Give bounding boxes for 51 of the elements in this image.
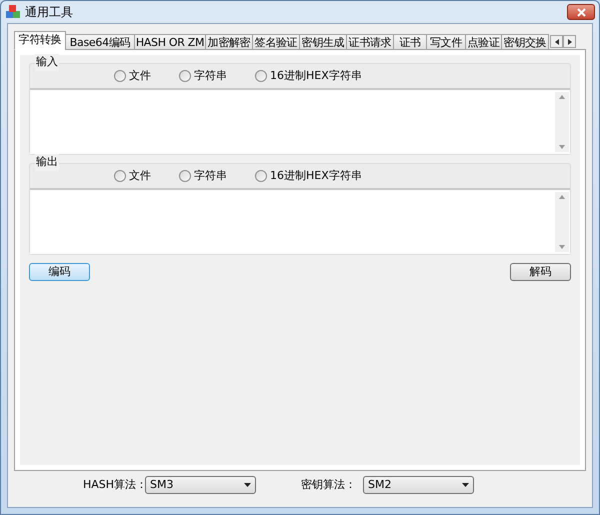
group-title: 输出 — [35, 154, 59, 170]
app-icon — [5, 4, 21, 20]
group-title: 输入 — [35, 54, 59, 70]
radio-label: 文件 — [129, 68, 151, 84]
radio-button[interactable] — [179, 170, 191, 182]
text-area[interactable] — [30, 188, 570, 254]
scroll-right-button[interactable] — [563, 35, 576, 48]
setting-label: 密钥算法： — [301, 476, 357, 493]
tab[interactable]: 密钥生成 — [299, 34, 347, 50]
radio-button[interactable] — [255, 70, 267, 82]
dropdown-arrow-icon — [244, 483, 251, 487]
up-arrow-icon — [559, 95, 565, 99]
scrollbar[interactable] — [555, 92, 569, 152]
right-arrow-icon — [568, 38, 572, 44]
close-icon — [576, 8, 586, 16]
scroll-left-button[interactable] — [550, 35, 563, 48]
window-title: 通用工具 — [25, 4, 73, 21]
radio-button[interactable] — [179, 70, 191, 82]
up-arrow-icon — [559, 195, 565, 199]
tab[interactable]: 点验证 — [465, 34, 502, 50]
text-area[interactable] — [30, 88, 570, 154]
radio-button[interactable] — [114, 70, 126, 82]
dropdown-value: SM2 — [368, 476, 392, 493]
radio-button[interactable] — [255, 170, 267, 182]
dropdown-value: SM3 — [150, 476, 174, 493]
tab[interactable]: 加密解密 — [205, 34, 253, 50]
radio-label: 16进制HEX字符串 — [270, 168, 362, 184]
dropdown-arrow-icon — [462, 483, 469, 487]
left-arrow-icon — [554, 38, 558, 44]
tab[interactable]: 写文件 — [426, 34, 466, 50]
radio-button[interactable] — [114, 170, 126, 182]
dropdown[interactable]: SM3 — [145, 476, 256, 494]
tab[interactable]: 证书 — [393, 34, 427, 50]
tab[interactable]: 证书请求 — [346, 34, 394, 50]
button[interactable]: 编码 — [29, 263, 90, 281]
button[interactable]: 解码 — [510, 263, 571, 281]
tab[interactable]: 密钥交换 — [501, 34, 549, 50]
scrollbar[interactable] — [555, 192, 569, 252]
tab[interactable]: 签名验证 — [252, 34, 300, 50]
radio-label: 文件 — [129, 168, 151, 184]
tab[interactable]: HASH OR ZM — [134, 34, 206, 50]
setting-label: HASH算法： — [83, 476, 145, 493]
dropdown[interactable]: SM2 — [363, 476, 474, 494]
tab[interactable]: Base64编码 — [65, 34, 135, 50]
tab[interactable]: 字符转换 — [14, 31, 66, 50]
radio-label: 字符串 — [194, 168, 227, 184]
radio-label: 16进制HEX字符串 — [270, 68, 362, 84]
radio-label: 字符串 — [194, 68, 227, 84]
close-button[interactable] — [567, 4, 595, 20]
down-arrow-icon — [559, 145, 565, 149]
down-arrow-icon — [559, 245, 565, 249]
